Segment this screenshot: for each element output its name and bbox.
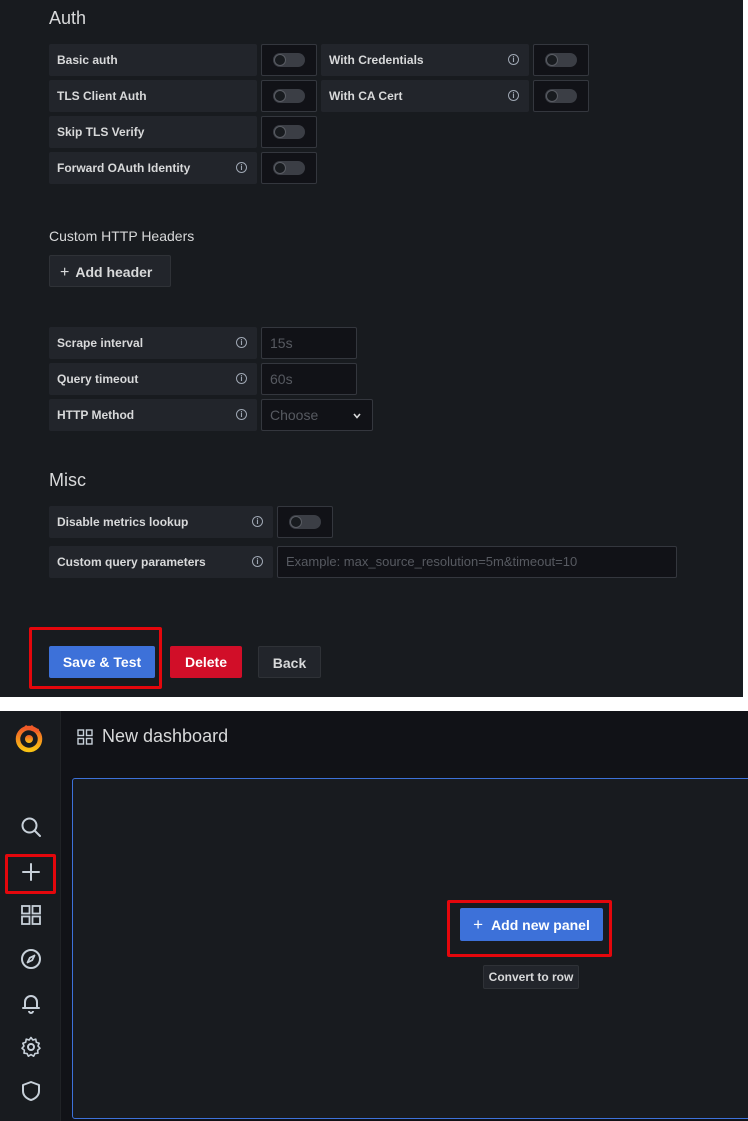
- scrape-interval-input[interactable]: 15s: [261, 327, 357, 359]
- disable-metrics-lookup-toggle[interactable]: [277, 506, 333, 538]
- forward-oauth-toggle[interactable]: [261, 152, 317, 184]
- dashboard-title[interactable]: New dashboard: [102, 726, 228, 747]
- convert-to-row-button[interactable]: Convert to row: [483, 965, 579, 989]
- auth-section-title: Auth: [49, 8, 87, 28]
- custom-query-params-input[interactable]: Example: max_source_resolution=5m&timeou…: [277, 546, 677, 578]
- new-panel-placeholder: + Add new panel Convert to row: [72, 778, 748, 1119]
- plus-icon: +: [60, 264, 70, 281]
- scrape-interval-label: Scrape interval: [49, 327, 257, 359]
- query-timeout-label: Query timeout: [49, 363, 257, 395]
- dashboards-icon: [77, 729, 93, 745]
- custom-query-params-label: Custom query parameters: [49, 546, 273, 578]
- delete-button[interactable]: Delete: [170, 646, 242, 678]
- with-credentials-label: With Credentials: [321, 44, 529, 76]
- with-credentials-toggle[interactable]: [533, 44, 589, 76]
- back-button[interactable]: Back: [258, 646, 321, 678]
- plus-icon: +: [473, 915, 484, 934]
- skip-tls-verify-toggle[interactable]: [261, 116, 317, 148]
- plus-icon[interactable]: [19, 860, 43, 884]
- tls-client-auth-toggle[interactable]: [261, 80, 317, 112]
- grafana-logo-icon[interactable]: [14, 723, 44, 753]
- chevron-down-icon: [353, 413, 361, 419]
- with-ca-cert-label: With CA Cert: [321, 80, 529, 112]
- gear-icon[interactable]: [19, 1035, 43, 1059]
- info-icon[interactable]: i: [508, 54, 519, 65]
- disable-metrics-lookup-label: Disable metrics lookup: [49, 506, 273, 538]
- dashboards-icon[interactable]: [19, 903, 43, 927]
- add-new-panel-button[interactable]: + Add new panel: [460, 908, 603, 941]
- save-test-button[interactable]: Save & Test: [49, 646, 155, 678]
- explore-compass-icon[interactable]: [19, 947, 43, 971]
- alert-bell-icon[interactable]: [19, 991, 43, 1015]
- dashboard-header: New dashboard: [61, 711, 748, 763]
- info-icon[interactable]: i: [236, 337, 247, 348]
- info-icon[interactable]: i: [236, 162, 247, 173]
- http-method-select[interactable]: Choose: [261, 399, 373, 431]
- query-timeout-input[interactable]: 60s: [261, 363, 357, 395]
- forward-oauth-label: Forward OAuth Identity: [49, 152, 257, 184]
- info-icon[interactable]: i: [508, 90, 519, 101]
- info-icon[interactable]: i: [236, 373, 247, 384]
- misc-section-title: Misc: [49, 470, 86, 490]
- with-ca-cert-toggle[interactable]: [533, 80, 589, 112]
- basic-auth-label: Basic auth: [49, 44, 257, 76]
- sidebar: [0, 711, 61, 1121]
- search-icon[interactable]: [19, 815, 43, 839]
- basic-auth-toggle[interactable]: [261, 44, 317, 76]
- skip-tls-verify-label: Skip TLS Verify: [49, 116, 257, 148]
- info-icon[interactable]: i: [236, 409, 247, 420]
- info-icon[interactable]: i: [252, 516, 263, 527]
- custom-headers-title: Custom HTTP Headers: [49, 228, 195, 244]
- grafana-new-dashboard: New dashboard + Add new panel Convert to …: [0, 711, 748, 1121]
- shield-icon[interactable]: [19, 1079, 43, 1103]
- info-icon[interactable]: i: [252, 556, 263, 567]
- datasource-settings-panel: Auth Basic auth With Credentials i TLS C…: [0, 0, 743, 697]
- tls-client-auth-label: TLS Client Auth: [49, 80, 257, 112]
- http-method-label: HTTP Method: [49, 399, 257, 431]
- add-header-button[interactable]: + Add header: [49, 255, 171, 287]
